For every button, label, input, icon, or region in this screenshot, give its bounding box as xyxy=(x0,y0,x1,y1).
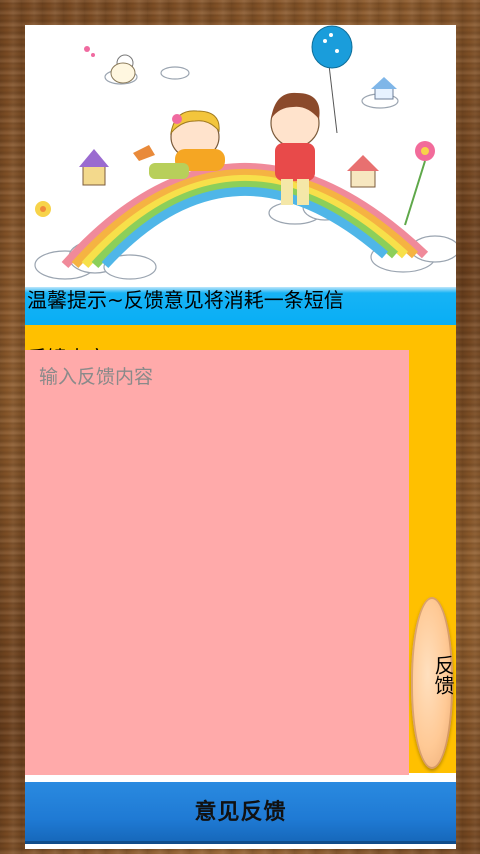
feedback-submit-button[interactable]: 反馈 xyxy=(411,597,453,769)
children-rainbow-illustration xyxy=(34,25,456,280)
main-panel: 温馨提示~反馈意见将消耗一条短信 反馈内容 反馈 意见反馈 xyxy=(25,25,456,849)
tip-bar: 温馨提示~反馈意见将消耗一条短信 xyxy=(25,287,456,325)
tip-text: 温馨提示~反馈意见将消耗一条短信 xyxy=(27,288,344,312)
opinion-feedback-label: 意见反馈 xyxy=(194,799,287,824)
opinion-feedback-button[interactable]: 意见反馈 xyxy=(25,782,456,844)
feedback-submit-label: 反馈 xyxy=(431,655,453,695)
feedback-form: 反馈内容 反馈 xyxy=(25,325,456,775)
banner-image xyxy=(25,25,456,287)
feedback-input[interactable] xyxy=(25,350,409,775)
